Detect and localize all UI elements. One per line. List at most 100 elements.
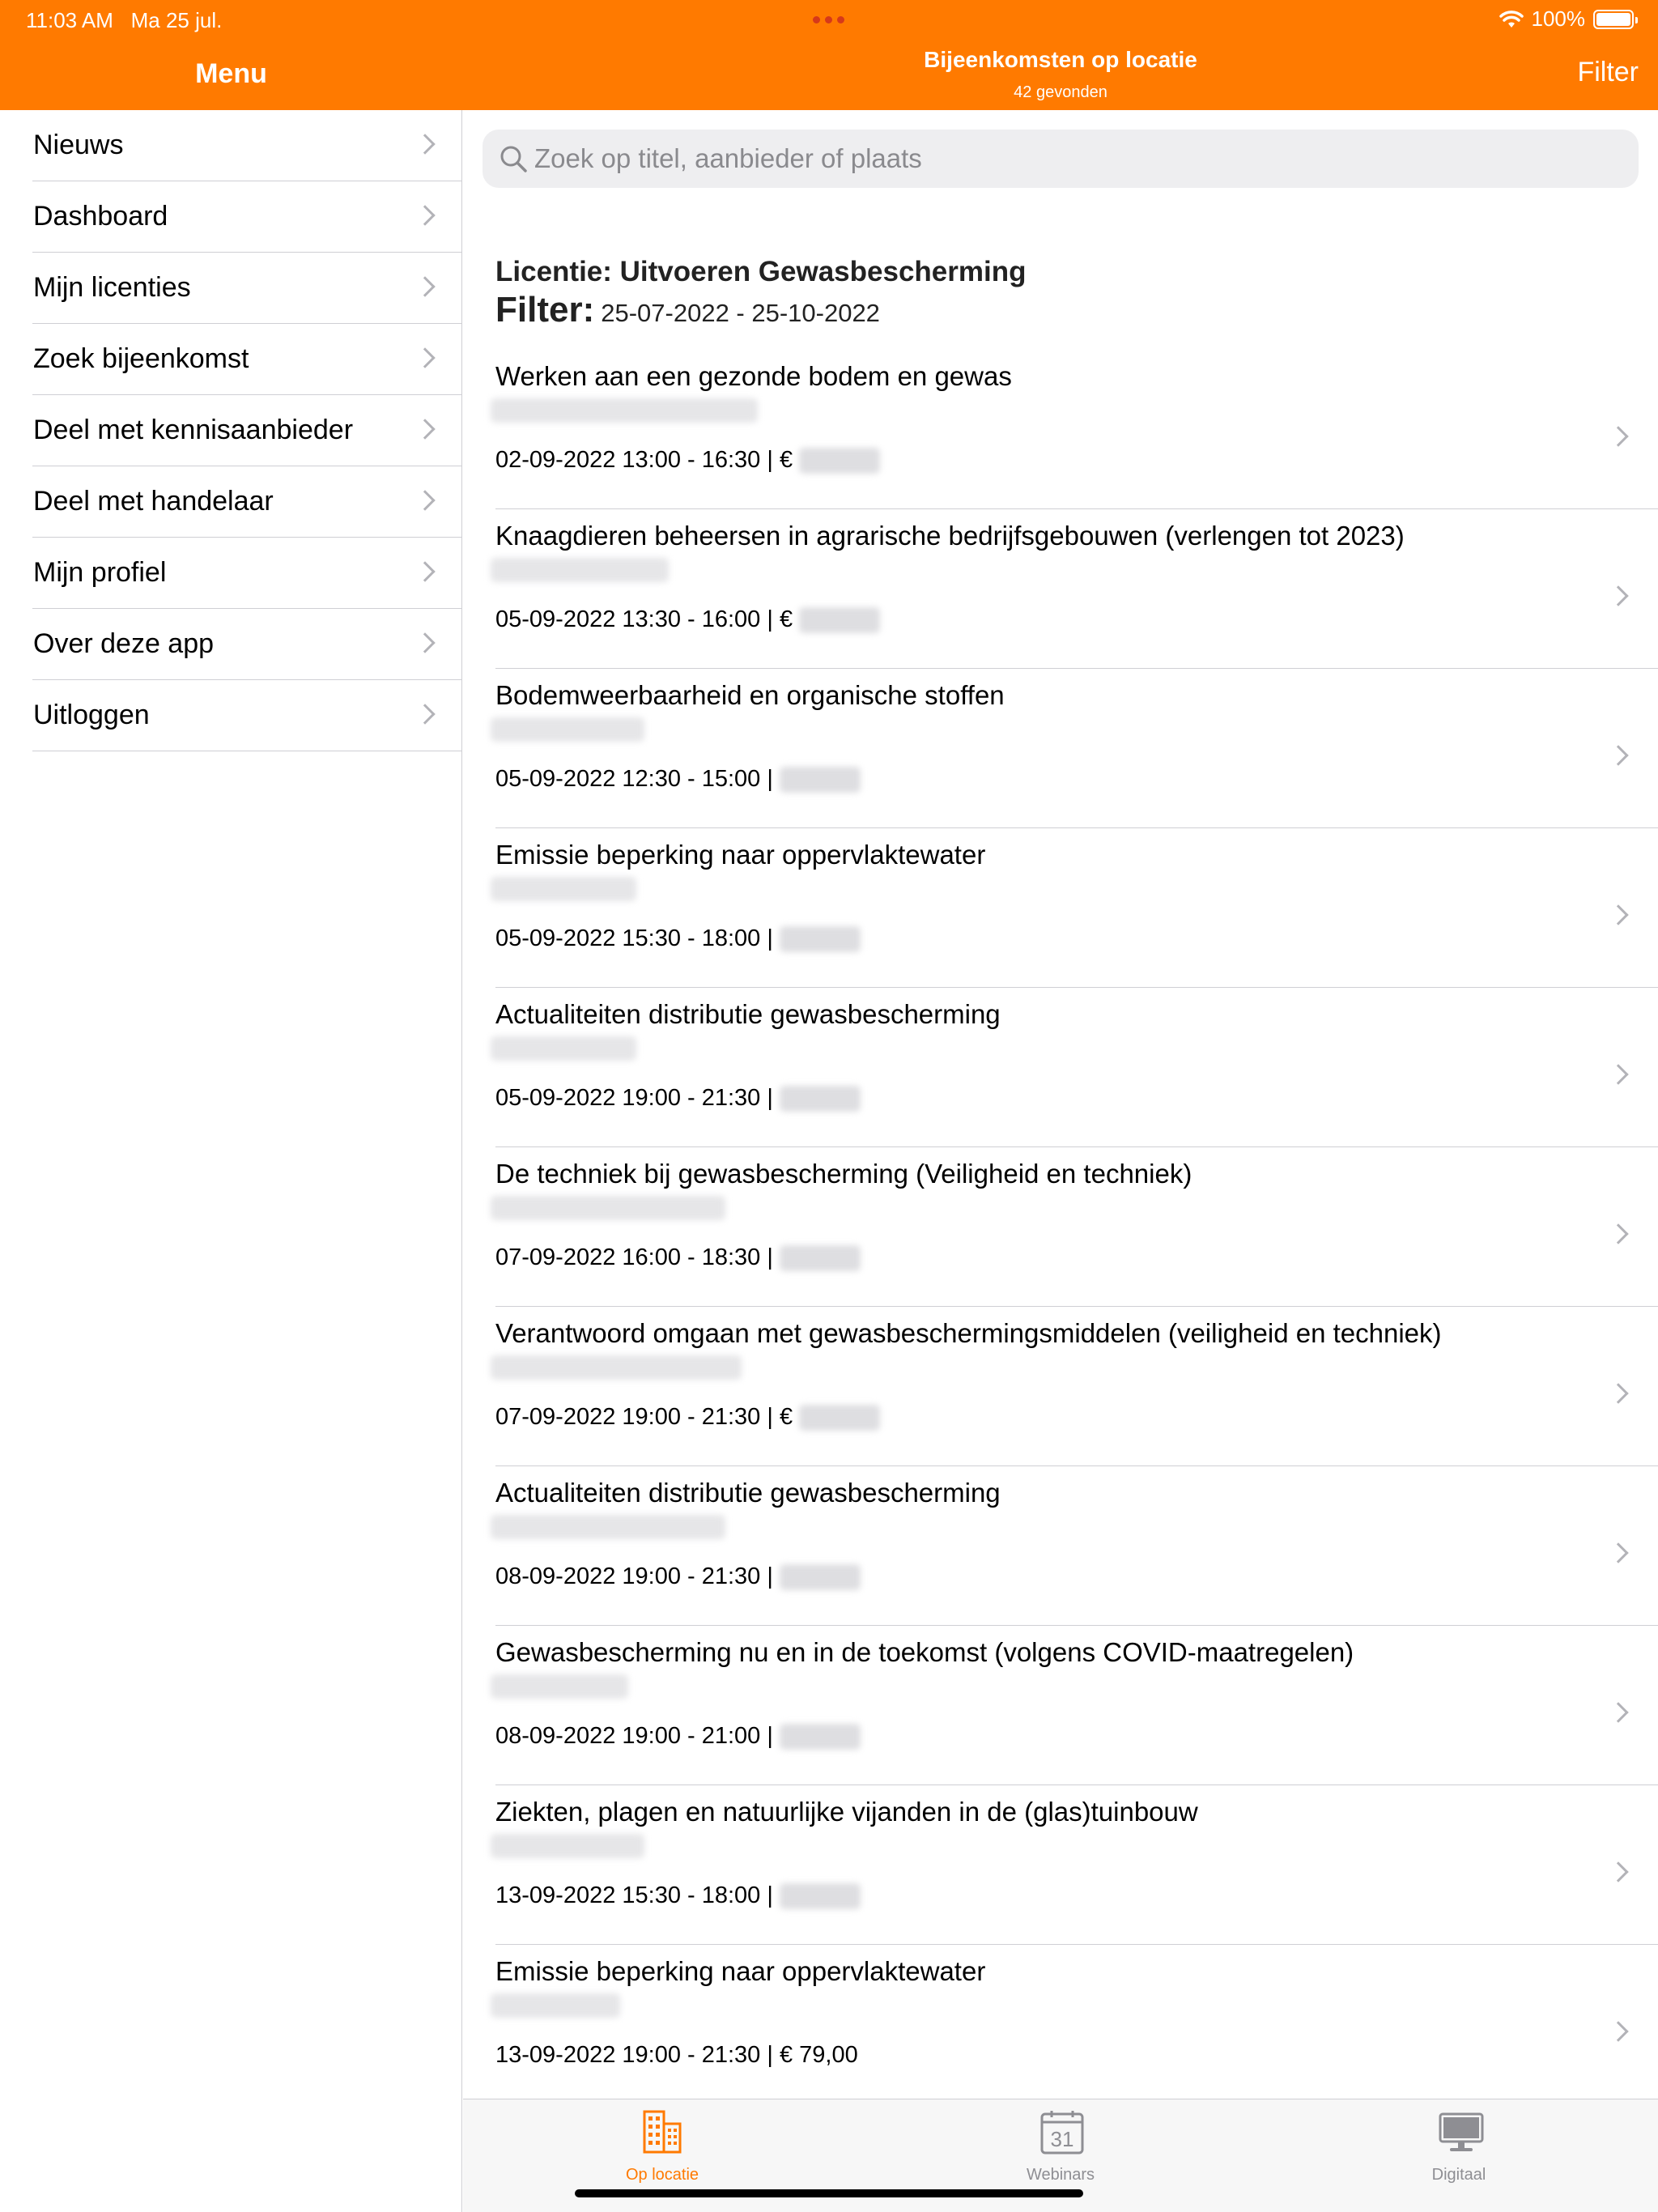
event-meta: 02-09-2022 13:00 - 16:30 | € [495,447,881,474]
list-item[interactable]: Emissie beperking naar oppervlaktewater … [491,1945,1658,2099]
event-meta: 05-09-2022 19:00 - 21:30 | [495,1085,861,1112]
sidebar-item-label: Dashboard [33,201,168,232]
event-title: Actualiteiten distributie gewasbeschermi… [495,999,1001,1029]
list-item[interactable]: De techniek bij gewasbescherming (Veilig… [491,1147,1658,1307]
list-item[interactable]: Emissie beperking naar oppervlaktewater … [491,828,1658,988]
status-bar-right: 100% [1499,6,1638,32]
event-title: Werken aan een gezonde bodem en gewas [495,361,1012,391]
list-item[interactable]: Gewasbescherming nu en in de toekomst (v… [491,1626,1658,1785]
search-bar[interactable] [483,130,1639,188]
battery-percentage: 100% [1531,6,1586,31]
event-datetime: 08-09-2022 19:00 - 21:30 | [495,1563,773,1589]
chevron-right-icon [414,419,436,440]
sidebar-item-label: Nieuws [33,130,124,160]
chevron-right-icon [1608,585,1629,606]
multitasking-dots[interactable] [813,16,844,23]
event-price-redacted [779,1244,861,1271]
event-provider-redacted [491,398,758,423]
list-item[interactable]: Ziekten, plagen en natuurlijke vijanden … [491,1785,1658,1945]
event-title: Emissie beperking naar oppervlaktewater [495,1956,986,1986]
sidebar-item-label: Zoek bijeenkomst [33,343,249,374]
chevron-right-icon [1608,904,1629,925]
event-list: Werken aan een gezonde bodem en gewas 02… [463,350,1658,2099]
sidebar-item-deel-handelaar[interactable]: Deel met handelaar [32,466,461,538]
licence-heading: Licentie: Uitvoeren Gewasbescherming [495,256,1027,287]
tab-webinars[interactable]: 31 Webinars [861,2099,1260,2197]
chevron-right-icon [1608,2021,1629,2042]
event-provider-redacted [491,1196,725,1220]
battery-icon [1593,9,1638,29]
sidebar-item-label: Mijn profiel [33,557,167,588]
filter-button[interactable]: Filter [1577,57,1639,88]
event-datetime: 05-09-2022 15:30 - 18:00 | [495,925,773,951]
event-title: Actualiteiten distributie gewasbeschermi… [495,1478,1001,1508]
event-meta: 08-09-2022 19:00 - 21:00 | [495,1723,861,1750]
event-price-redacted [779,1563,861,1590]
event-provider-redacted [491,1993,620,2018]
chevron-right-icon [414,632,436,653]
results-count: 42 gevonden [1014,83,1107,101]
sidebar-item-label: Deel met kennisaanbieder [33,415,354,445]
event-title: Verantwoord omgaan met gewasbeschermings… [495,1318,1442,1348]
search-input[interactable] [534,130,1619,188]
main-content: Licentie: Uitvoeren Gewasbescherming Fil… [463,110,1658,2099]
status-bar-time: 11:03 AM Ma 25 jul. [26,8,222,33]
sidebar-item-label: Uitloggen [33,700,150,730]
chevron-right-icon [414,561,436,582]
top-bar: 11:03 AM Ma 25 jul. 100% Menu Bijeenkoms… [0,0,1658,110]
sidebar-item-mijn-licenties[interactable]: Mijn licenties [32,253,461,324]
sidebar-item-mijn-profiel[interactable]: Mijn profiel [32,538,461,609]
event-provider-redacted [491,558,669,582]
event-title: Ziekten, plagen en natuurlijke vijanden … [495,1797,1198,1827]
event-datetime: 05-09-2022 19:00 - 21:30 | [495,1085,773,1111]
chevron-right-icon [414,704,436,725]
sidebar-item-dashboard[interactable]: Dashboard [32,181,461,253]
list-item[interactable]: Verantwoord omgaan met gewasbeschermings… [491,1307,1658,1466]
list-item[interactable]: Bodemweerbaarheid en organische stoffen … [491,669,1658,828]
tab-digitaal[interactable]: Digitaal [1260,2099,1658,2197]
event-provider-redacted [491,877,636,901]
chevron-right-icon [1608,745,1629,766]
event-provider-redacted [491,1036,636,1061]
event-provider-redacted [491,717,644,742]
page-title: Bijeenkomsten op locatie [924,47,1197,72]
home-indicator[interactable] [575,2189,1083,2197]
sidebar-item-zoek-bijeenkomst[interactable]: Zoek bijeenkomst [32,324,461,395]
list-item[interactable]: Actualiteiten distributie gewasbeschermi… [491,988,1658,1147]
chevron-right-icon [414,276,436,297]
event-price-redacted [799,447,881,474]
chevron-right-icon [1608,1702,1629,1723]
filter-heading-label: Filter: [495,290,595,330]
event-price-redacted [779,925,861,952]
chevron-right-icon [414,205,436,226]
event-datetime: 07-09-2022 19:00 - 21:30 | € [495,1404,793,1430]
event-datetime: 07-09-2022 16:00 - 18:30 | [495,1244,773,1270]
search-icon [500,146,527,172]
event-datetime: 08-09-2022 19:00 - 21:00 | [495,1723,773,1749]
sidebar-item-nieuws[interactable]: Nieuws [32,110,461,181]
sidebar-item-uitloggen[interactable]: Uitloggen [32,680,461,751]
sidebar-item-deel-kennisaanbieder[interactable]: Deel met kennisaanbieder [32,395,461,466]
event-price-redacted [779,766,861,793]
chevron-right-icon [414,347,436,368]
event-title: Bodemweerbaarheid en organische stoffen [495,680,1005,710]
tab-label: Digitaal [1431,2166,1486,2184]
event-datetime: 13-09-2022 19:00 - 21:30 | € 79,00 [495,2042,858,2068]
wifi-icon [1499,10,1524,28]
event-title: Gewasbescherming nu en in de toekomst (v… [495,1637,1354,1667]
list-item[interactable]: Knaagdieren beheersen in agrarische bedr… [491,509,1658,669]
chevron-right-icon [1608,1383,1629,1404]
list-item[interactable]: Werken aan een gezonde bodem en gewas 02… [491,350,1658,509]
event-provider-redacted [491,1515,725,1539]
status-date: Ma 25 jul. [130,8,223,32]
sidebar-item-label: Deel met handelaar [33,486,274,517]
tab-label: Webinars [1026,2166,1095,2184]
filter-date-range: 25-07-2022 - 25-10-2022 [601,299,880,327]
event-price-redacted [779,1882,861,1909]
chevron-right-icon [414,134,436,155]
list-item[interactable]: Actualiteiten distributie gewasbeschermi… [491,1466,1658,1626]
event-price-redacted [779,1723,861,1750]
tab-op-locatie[interactable]: Op locatie [463,2099,861,2197]
sidebar-item-over-app[interactable]: Over deze app [32,609,461,680]
event-meta: 07-09-2022 19:00 - 21:30 | € [495,1404,881,1431]
